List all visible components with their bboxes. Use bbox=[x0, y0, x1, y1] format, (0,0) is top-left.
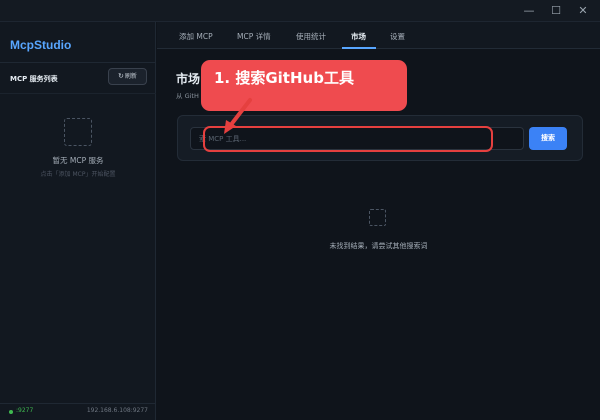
close-icon[interactable]: ✕ bbox=[574, 3, 592, 19]
title-bar: — ☐ ✕ bbox=[0, 0, 600, 22]
minimize-icon[interactable]: — bbox=[520, 3, 538, 19]
no-results-message: 未找到结果，请尝试其他搜索词 bbox=[329, 242, 428, 250]
tab-usage-stats[interactable]: 使用统计 bbox=[296, 31, 326, 42]
app-brand: McpStudio bbox=[10, 38, 72, 52]
tab-bar: 添加 MCP MCP 详情 使用统计 市场 设置 bbox=[157, 22, 600, 49]
maximize-icon[interactable]: ☐ bbox=[547, 3, 565, 19]
tab-settings[interactable]: 设置 bbox=[390, 31, 405, 42]
tab-add-mcp[interactable]: 添加 MCP bbox=[179, 31, 213, 42]
empty-box-icon bbox=[64, 118, 92, 146]
sidebar: McpStudio MCP 服务列表 ↻刷新 暂无 MCP 服务 点击「添加 M… bbox=[0, 22, 156, 420]
annotation-arrow-icon bbox=[224, 98, 252, 134]
page-subtitle: 从 GitH bbox=[176, 92, 199, 100]
refresh-label: 刷新 bbox=[124, 73, 137, 80]
server-address: 192.168.6.108:9277 bbox=[86, 407, 148, 414]
divider bbox=[0, 62, 156, 63]
divider bbox=[0, 93, 156, 94]
server-port: :9277 bbox=[16, 407, 34, 414]
service-list-title: MCP 服务列表 bbox=[10, 75, 58, 83]
search-button[interactable]: 搜索 bbox=[529, 127, 567, 150]
active-tab-indicator bbox=[342, 47, 376, 49]
sidebar-footer: :9277 192.168.6.108:9277 bbox=[0, 403, 156, 420]
tab-mcp-details[interactable]: MCP 详情 bbox=[237, 31, 271, 42]
refresh-icon: ↻ bbox=[118, 72, 124, 80]
page-title: 市场 bbox=[176, 72, 201, 86]
empty-state-subtitle: 点击「添加 MCP」开始配置 bbox=[40, 171, 116, 178]
empty-state-title: 暂无 MCP 服务 bbox=[52, 156, 104, 165]
refresh-button[interactable]: ↻刷新 bbox=[108, 68, 147, 85]
status-dot-icon bbox=[9, 410, 13, 414]
annotation-text: 1. 搜索GitHub工具 bbox=[214, 69, 354, 87]
empty-results-icon bbox=[369, 209, 386, 226]
tab-market[interactable]: 市场 bbox=[351, 31, 366, 42]
